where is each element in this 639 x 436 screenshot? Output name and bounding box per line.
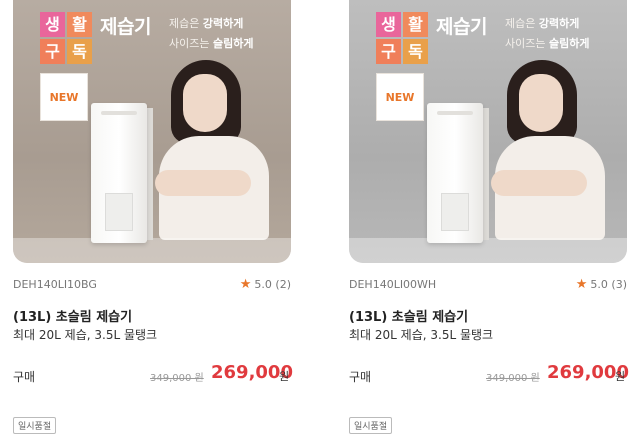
hero-copy-text: 사이즈는: [505, 37, 549, 50]
original-price: 349,000 원: [486, 373, 540, 384]
product-spec: 최대 20L 제습, 3.5L 물탱크: [349, 328, 494, 342]
product-image[interactable]: 생 활 구 독 제습기 제습은 강력하게 사이즈는 슬림하게 NEW: [13, 0, 291, 263]
table-surface: [349, 238, 627, 263]
logo-char: 활: [403, 12, 428, 37]
new-badge: NEW: [40, 73, 88, 121]
brand-logo: 생 활 구 독: [40, 12, 94, 64]
product-image[interactable]: 생 활 구 독 제습기 제습은 강력하게 사이즈는 슬림하게 NEW: [349, 0, 627, 263]
hero-copy-text: 제습은: [505, 17, 539, 30]
product-card[interactable]: 생 활 구 독 제습기 제습은 강력하게 사이즈는 슬림하게 NEW DEH14…: [349, 0, 629, 436]
rating: ★ 5.0 (2): [240, 277, 291, 292]
product-spec: 최대 20L 제습, 3.5L 물탱크: [13, 328, 158, 342]
hero-copy-text: 사이즈는: [169, 37, 213, 50]
hero-copy-text: 제습은: [169, 17, 203, 30]
star-icon: ★: [239, 277, 252, 292]
new-badge: NEW: [376, 73, 424, 121]
currency-unit: 원: [279, 370, 290, 383]
dehumidifier-illustration: [91, 103, 147, 243]
logo-char: 구: [40, 39, 65, 64]
hero-copy-emphasis: 강력하게: [538, 17, 580, 30]
model-photo: [153, 60, 273, 240]
rating-value: 5.0 (3): [590, 278, 627, 291]
hero-copy-emphasis: 슬림하게: [212, 37, 254, 50]
model-number: DEH140LI00WH: [349, 278, 437, 291]
hero-copy: 제습은 강력하게 사이즈는 슬림하게: [505, 14, 589, 54]
logo-char: 생: [376, 12, 401, 37]
hero-copy-emphasis: 슬림하게: [548, 37, 590, 50]
rating: ★ 5.0 (3): [576, 277, 627, 292]
brand-logo: 생 활 구 독: [376, 12, 430, 64]
hero-title: 제습기: [100, 16, 151, 38]
product-name[interactable]: (13L) 초슬림 제습기: [349, 306, 468, 325]
hero-copy: 제습은 강력하게 사이즈는 슬림하게: [169, 14, 253, 54]
product-card[interactable]: 생 활 구 독 제습기 제습은 강력하게 사이즈는 슬림하게 NEW DEH14…: [13, 0, 293, 436]
currency-unit: 원: [615, 370, 626, 383]
original-price: 349,000 원: [150, 373, 204, 384]
soldout-badge: 일시품절: [13, 417, 57, 434]
logo-char: 독: [67, 39, 92, 64]
logo-char: 독: [403, 39, 428, 64]
logo-char: 생: [40, 12, 65, 37]
product-name[interactable]: (13L) 초슬림 제습기: [13, 306, 132, 325]
table-surface: [13, 238, 291, 263]
hero-copy-emphasis: 강력하게: [202, 17, 244, 30]
rating-value: 5.0 (2): [254, 278, 291, 291]
buy-label: 구매: [349, 370, 372, 384]
hero-title: 제습기: [436, 16, 487, 38]
soldout-badge: 일시품절: [349, 417, 393, 434]
star-icon: ★: [575, 277, 588, 292]
dehumidifier-side: [147, 108, 153, 240]
logo-char: 활: [67, 12, 92, 37]
dehumidifier-side: [483, 108, 489, 240]
model-number: DEH140LI10BG: [13, 278, 97, 291]
model-photo: [489, 60, 609, 240]
dehumidifier-illustration: [427, 103, 483, 243]
buy-label: 구매: [13, 370, 36, 384]
logo-char: 구: [376, 39, 401, 64]
